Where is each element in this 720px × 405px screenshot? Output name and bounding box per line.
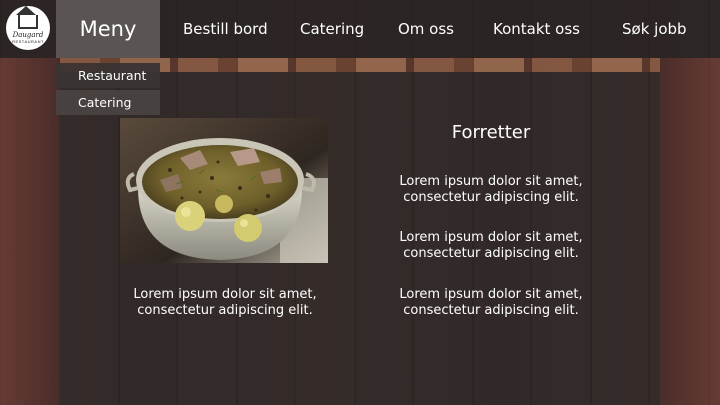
- section-title: Forretter: [451, 122, 531, 143]
- menu-button[interactable]: Meny: [56, 0, 160, 58]
- dropdown-item-catering[interactable]: Catering: [56, 90, 160, 115]
- nav-link-sok-jobb[interactable]: Søk jobb: [622, 0, 687, 58]
- menu-dropdown: Restaurant Catering: [56, 63, 160, 117]
- wood-edge-left: [0, 58, 60, 405]
- wood-edge-right: [660, 58, 720, 405]
- image-caption: Lorem ipsum dolor sit amet, consectetur …: [133, 287, 317, 318]
- nav-link-kontakt-oss[interactable]: Kontakt oss: [493, 0, 580, 58]
- nav-link-bestill-bord[interactable]: Bestill bord: [183, 0, 268, 58]
- top-navigation: Daugard RESTAURANT Meny Bestill bord Cat…: [0, 0, 720, 58]
- logo-subtitle: RESTAURANT: [12, 38, 44, 44]
- logo-name: Daugard: [12, 30, 44, 39]
- menu-item-2: Lorem ipsum dolor sit amet, consectetur …: [399, 230, 583, 261]
- nav-link-catering[interactable]: Catering: [300, 0, 364, 58]
- nav-link-om-oss[interactable]: Om oss: [398, 0, 454, 58]
- menu-item-1: Lorem ipsum dolor sit amet, consectetur …: [399, 174, 583, 205]
- soup-pot-illustration: [120, 118, 328, 263]
- restaurant-logo[interactable]: Daugard RESTAURANT: [6, 5, 50, 50]
- soup-pot-photo: [120, 118, 328, 263]
- logo-house-icon: [16, 5, 38, 29]
- menu-item-3: Lorem ipsum dolor sit amet, consectetur …: [399, 287, 583, 318]
- dropdown-item-restaurant[interactable]: Restaurant: [56, 63, 160, 88]
